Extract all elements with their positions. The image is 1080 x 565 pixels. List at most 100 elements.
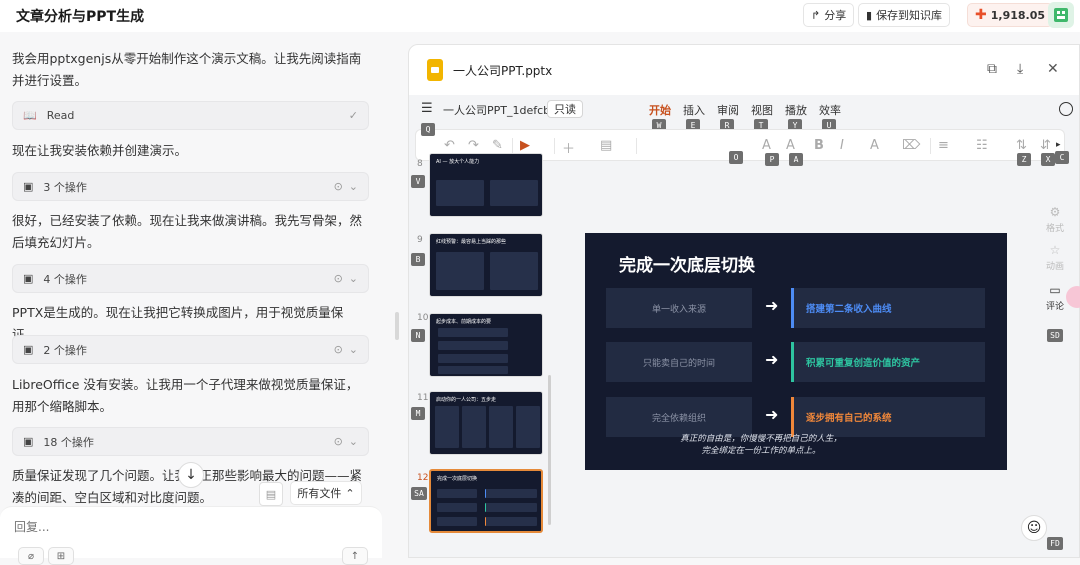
highlight-icon[interactable]: ⌦ (902, 138, 920, 153)
slide-thumbnail[interactable]: AI — 放大个人能力 (429, 153, 543, 217)
tab-view[interactable]: 视图 (751, 102, 773, 118)
chat-message: 很好，已经安装了依赖。现在让我来做演讲稿。我先写骨架，然后填充幻灯片。 (12, 213, 363, 250)
italic-icon[interactable]: I (840, 138, 844, 153)
op-group[interactable]: ▣ 4 个操作 ⊙ ⌄ (12, 264, 369, 293)
key-hint: V (411, 175, 425, 188)
op-group[interactable]: ▣ 18 个操作 ⊙ ⌄ (12, 427, 369, 456)
more-icon[interactable]: ▸ (1056, 140, 1061, 150)
slide-thumbnail[interactable]: 红线预警：最容易上当踩的那些 (429, 233, 543, 297)
slide-number: 12 (417, 473, 429, 483)
menu-bar: ☰ 一人公司PPT_1defcb... 只读 开始 插入 审阅 视图 播放 效率 (409, 95, 1079, 123)
open-external-icon[interactable]: ⧉ (987, 61, 997, 77)
slide-quote: 真正的自由是，你慢慢不再把自己的人生， 完全绑定在一份工作的单点上。 (680, 434, 842, 456)
file-icon[interactable]: ▤ (259, 482, 283, 506)
bookmark-icon: ▮ (866, 8, 873, 22)
thumbnail-scrollbar[interactable] (548, 375, 551, 525)
grid-logo-icon (1054, 8, 1068, 22)
assistant-avatar[interactable]: ☺ (1021, 515, 1047, 541)
tab-review[interactable]: 审阅 (717, 102, 739, 118)
slide-thumbnail-selected[interactable]: 完成一次底层切换 (429, 469, 543, 533)
check-circle-icon: ⊙ (333, 272, 343, 285)
book-icon: 📖 (23, 109, 37, 122)
op-group[interactable]: ▣ 2 个操作 ⊙ ⌄ (12, 335, 369, 364)
download-icon[interactable]: ⤓ (1017, 61, 1023, 77)
terminal-icon: ▣ (23, 343, 34, 356)
send-button[interactable]: ↑ (342, 547, 368, 565)
tools-button[interactable]: ⊞ (48, 547, 74, 565)
slideshow-icon[interactable]: ▶ (520, 138, 530, 153)
line-spacing-icon[interactable]: ⇅ (1016, 138, 1027, 153)
tab-play[interactable]: 播放 (785, 102, 807, 118)
slide-canvas: 完成一次底层切换 单一收入来源 ➜ 搭建第二条收入曲线 只能卖自己的时间 ➜ 积… (555, 161, 1035, 557)
layout-icon[interactable]: ▤ (600, 138, 612, 153)
gear-icon: ⚙ (1049, 205, 1061, 219)
page-title: 文章分析与PPT生成 (16, 9, 145, 25)
check-circle-icon: ⊙ (333, 343, 343, 356)
share-icon: ↱ (811, 8, 821, 22)
op-read[interactable]: 📖 Read ✓ (12, 101, 369, 130)
font-color-icon[interactable]: A (870, 138, 879, 153)
document-name: 一人公司PPT.pptx (453, 64, 553, 78)
format-painter-icon[interactable]: ✎ (492, 138, 503, 153)
slide-number: 8 (417, 159, 423, 169)
star-icon: ☆ (1049, 243, 1061, 257)
credits-badge[interactable]: ✚ 1,918.05 (967, 3, 1054, 27)
add-icon[interactable]: ＋ (562, 138, 575, 157)
slide-row-left: 完全依赖组织 (606, 397, 752, 437)
chevron-up-icon: ⌃ (345, 486, 355, 500)
key-hint: X (1041, 153, 1055, 166)
op-group[interactable]: ▣ 3 个操作 ⊙ ⌄ (12, 172, 369, 201)
resize-handle[interactable] (395, 312, 399, 340)
font-size-down-icon[interactable]: A (786, 138, 795, 153)
key-hint: FD (1047, 537, 1063, 550)
terminal-icon: ▣ (23, 435, 34, 448)
key-hint: C (1055, 151, 1069, 164)
chevron-down-icon: ⌄ (348, 435, 358, 448)
animation-tool[interactable]: ☆ 动画 (1037, 243, 1073, 272)
save-to-knowledge-button[interactable]: ▮ 保存到知识库 (858, 3, 951, 27)
user-icon[interactable] (1059, 102, 1073, 116)
ppt-viewer: ☰ 一人公司PPT_1defcb... 只读 开始 插入 审阅 视图 播放 效率… (409, 95, 1079, 557)
key-hint: N (411, 329, 425, 342)
slide-row-right: 搭建第二条收入曲线 (791, 288, 985, 328)
check-circle-icon: ⊙ (333, 180, 343, 193)
chat-message: 我会用pptxgenjs从零开始制作这个演示文稿。让我先阅读指南并进行设置。 (12, 51, 362, 88)
tab-insert[interactable]: 插入 (683, 102, 705, 118)
slide-number: 11 (417, 393, 429, 403)
menu-icon[interactable]: ☰ (421, 101, 433, 116)
slide-thumbnail[interactable]: 启动你的一人公司：五步走 (429, 391, 543, 455)
all-files-button[interactable]: 所有文件 ⌃ (290, 481, 362, 505)
slide-thumbnail[interactable]: 起步成本、前期成本的要 (429, 313, 543, 377)
arrow-down-icon: ↓ (185, 467, 197, 483)
attach-button[interactable]: ⌀ (18, 547, 44, 565)
reply-input[interactable] (14, 517, 354, 537)
slide-number: 9 (417, 235, 423, 245)
file-name: 一人公司PPT_1defcb... (443, 104, 561, 117)
chevron-down-icon: ⌄ (348, 272, 358, 285)
terminal-icon: ▣ (23, 180, 34, 193)
align-icon[interactable]: ≡ (938, 138, 949, 153)
slide-row-right: 积累可重复创造价值的资产 (791, 342, 985, 382)
check-circle-icon: ⊙ (333, 435, 343, 448)
tools-icon: ⊞ (56, 550, 66, 562)
chevron-down-icon: ⌄ (348, 343, 358, 356)
slide-row-left: 只能卖自己的时间 (606, 342, 752, 382)
tab-efficiency[interactable]: 效率 (819, 102, 841, 118)
scroll-down-button[interactable]: ↓ (178, 462, 204, 488)
user-avatar[interactable] (1048, 2, 1074, 28)
redo-icon[interactable]: ↷ (468, 138, 479, 153)
slide-number: 10 (417, 313, 429, 323)
paragraph-icon[interactable]: ⇵ (1040, 138, 1051, 153)
close-icon[interactable]: ✕ (1047, 61, 1059, 77)
share-button[interactable]: ↱ 分享 (803, 3, 855, 27)
bold-icon[interactable]: B (814, 138, 824, 153)
font-size-up-icon[interactable]: A (762, 138, 771, 153)
arrow-right-icon: ➜ (765, 296, 779, 315)
undo-icon[interactable]: ↶ (444, 138, 455, 153)
side-tools: ⚙ 格式 ☆ 动画 ▭ 评论 (1037, 205, 1073, 335)
tab-home[interactable]: 开始 (649, 102, 671, 118)
format-tool[interactable]: ⚙ 格式 (1037, 205, 1073, 234)
slide-row-right: 逐步拥有自己的系统 (791, 397, 985, 437)
list-icon[interactable]: ☷ (976, 138, 988, 153)
chat-message: 现在让我安装依赖并创建演示。 (12, 143, 188, 158)
